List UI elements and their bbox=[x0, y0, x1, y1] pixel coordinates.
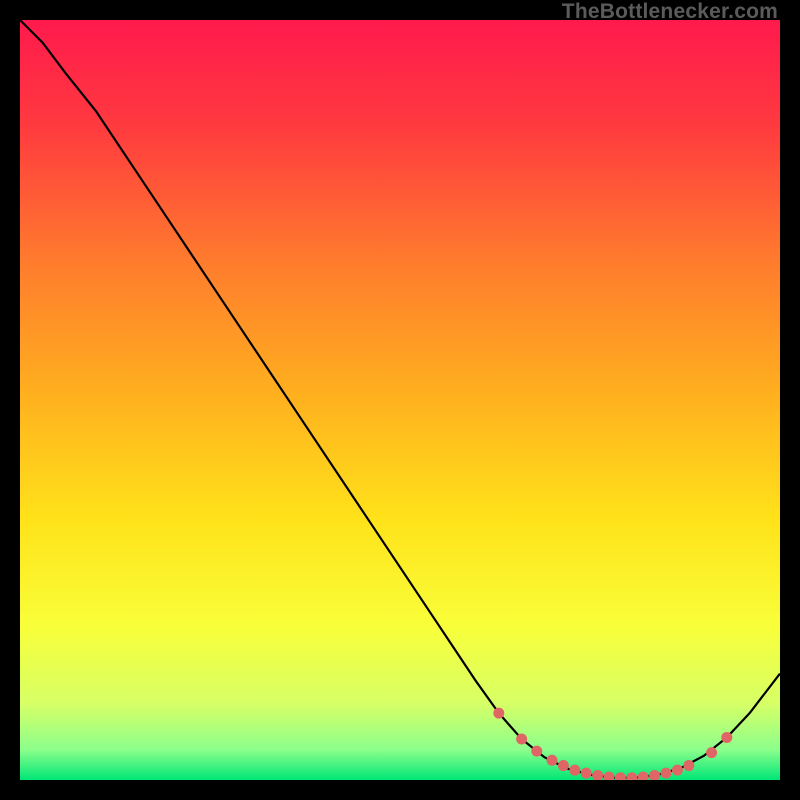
marker-dot bbox=[604, 771, 615, 780]
chart-curve-layer bbox=[20, 20, 780, 780]
marker-dot bbox=[493, 708, 504, 719]
marker-dot bbox=[626, 772, 637, 780]
marker-dot bbox=[683, 760, 694, 771]
marker-dot bbox=[531, 746, 542, 757]
marker-dot bbox=[581, 768, 592, 779]
marker-dot bbox=[706, 747, 717, 758]
watermark-text: TheBottlenecker.com bbox=[562, 0, 778, 24]
marker-dot bbox=[661, 768, 672, 779]
curve-line bbox=[20, 20, 780, 778]
marker-dot bbox=[721, 732, 732, 743]
marker-dot bbox=[558, 760, 569, 771]
marker-dot bbox=[516, 733, 527, 744]
marker-dot bbox=[638, 771, 649, 780]
marker-dot bbox=[615, 772, 626, 780]
marker-dot bbox=[592, 770, 603, 780]
marker-dot bbox=[649, 770, 660, 780]
marker-dot bbox=[547, 755, 558, 766]
marker-dot bbox=[672, 765, 683, 776]
marker-dot bbox=[569, 765, 580, 776]
